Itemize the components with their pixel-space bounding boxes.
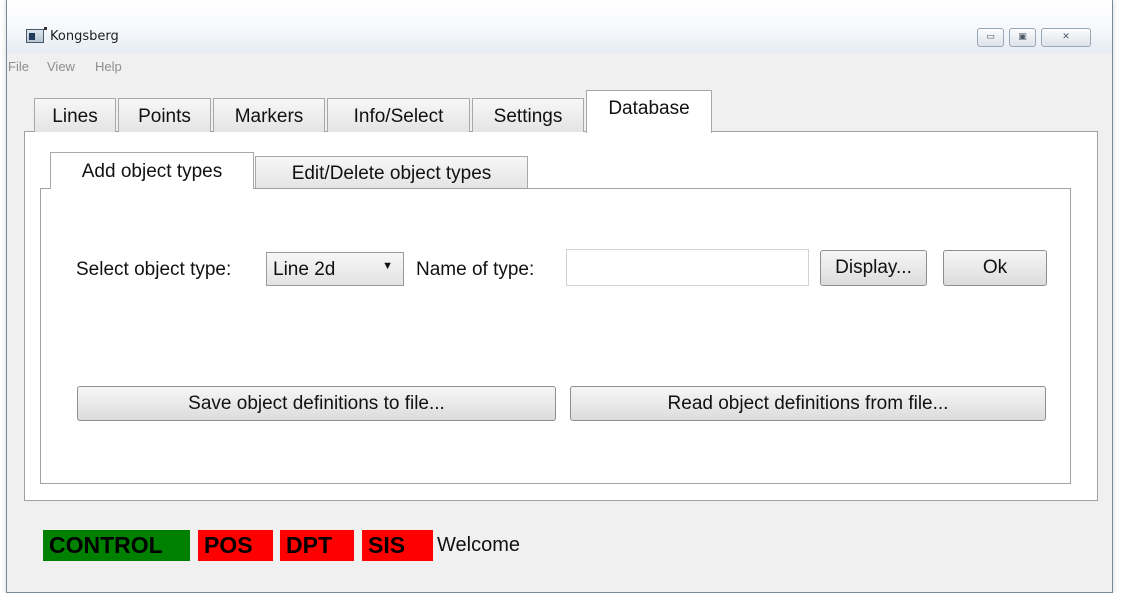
- status-control: CONTROL: [43, 530, 190, 561]
- tab-points[interactable]: Points: [118, 98, 211, 132]
- subtab-pane: [40, 188, 1071, 484]
- display-button[interactable]: Display...: [820, 250, 927, 286]
- minimize-icon[interactable]: ▭: [977, 28, 1004, 47]
- save-definitions-button[interactable]: Save object definitions to file...: [77, 386, 556, 421]
- menu-file[interactable]: File: [8, 59, 29, 74]
- tab-markers[interactable]: Markers: [213, 98, 325, 132]
- name-of-type-label: Name of type:: [416, 259, 535, 280]
- window-title: Kongsberg: [50, 29, 119, 44]
- tab-settings[interactable]: Settings: [472, 98, 584, 132]
- title-bar[interactable]: Kongsberg ▭ ▣ ✕: [7, 0, 1112, 53]
- close-icon[interactable]: ✕: [1041, 28, 1091, 47]
- app-icon: [26, 27, 47, 43]
- select-object-type-label: Select object type:: [76, 259, 232, 280]
- maximize-icon[interactable]: ▣: [1009, 28, 1036, 47]
- menu-bar: File View Help: [7, 55, 1112, 77]
- tab-lines[interactable]: Lines: [34, 98, 116, 132]
- subtab-add-object-types[interactable]: Add object types: [50, 152, 254, 189]
- status-dpt: DPT: [280, 530, 354, 561]
- status-message: Welcome: [437, 534, 520, 556]
- object-type-select[interactable]: Line 2d ▼: [266, 252, 404, 286]
- menu-view[interactable]: View: [47, 59, 75, 74]
- subtab-edit-delete-object-types[interactable]: Edit/Delete object types: [255, 156, 528, 188]
- chevron-down-icon: ▼: [382, 260, 393, 272]
- status-pos: POS: [198, 530, 273, 561]
- name-of-type-input[interactable]: [566, 249, 809, 286]
- read-definitions-button[interactable]: Read object definitions from file...: [570, 386, 1046, 421]
- tab-database[interactable]: Database: [586, 90, 712, 133]
- tab-info-select[interactable]: Info/Select: [327, 98, 470, 132]
- object-type-value: Line 2d: [273, 259, 336, 280]
- status-sis: SIS: [362, 530, 433, 561]
- ok-button[interactable]: Ok: [943, 250, 1047, 286]
- menu-help[interactable]: Help: [95, 59, 122, 74]
